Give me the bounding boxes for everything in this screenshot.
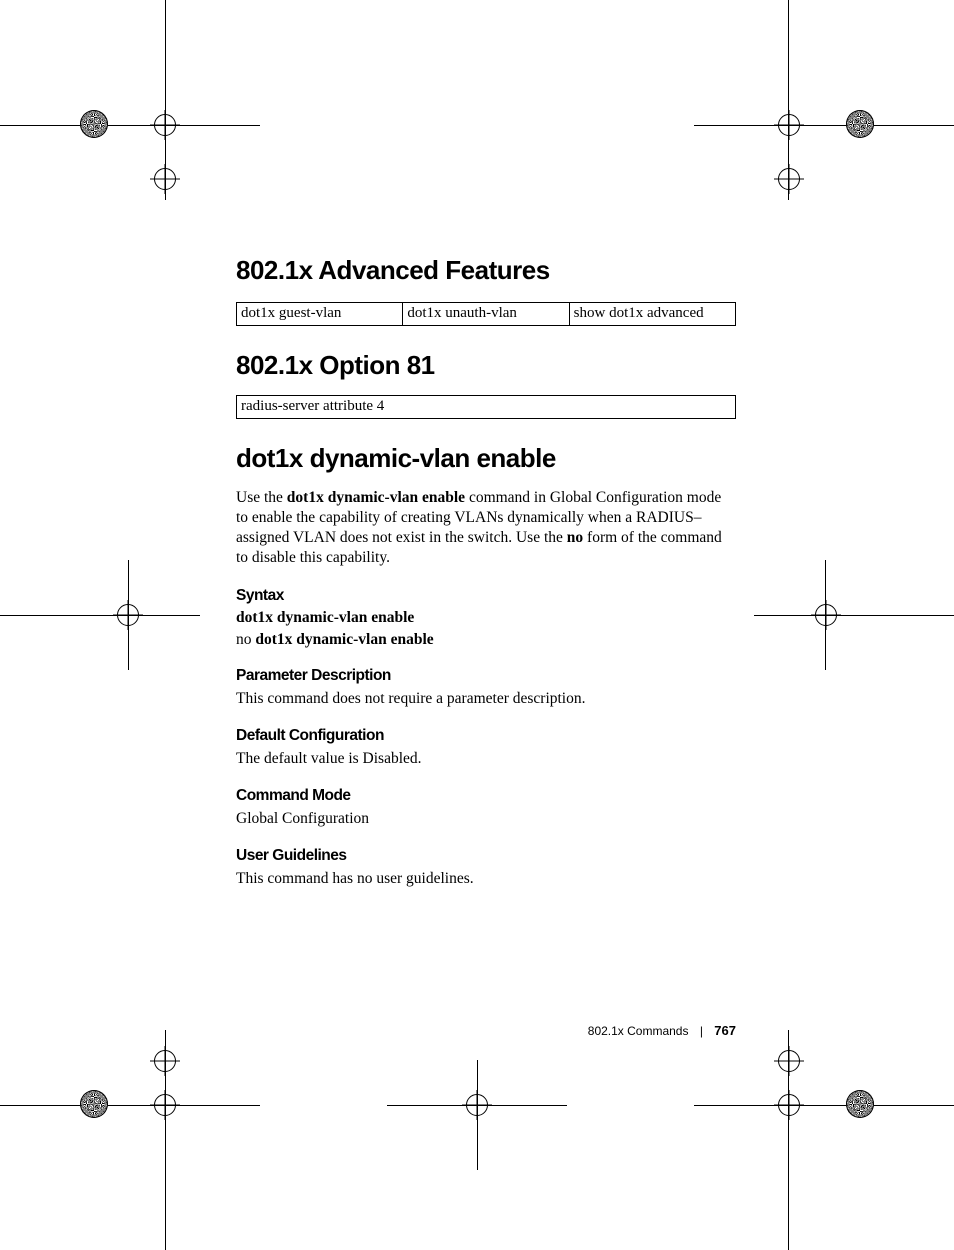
paragraph-dynvlan-desc: Use the dot1x dynamic-vlan enable comman… (236, 488, 736, 569)
cropmark-bottom-right (684, 1030, 884, 1190)
syntax-line-1: dot1x dynamic-vlan enable (236, 609, 736, 627)
cropmark-bottom-left (70, 1030, 270, 1190)
table-cell[interactable]: radius-server attribute 4 (237, 396, 736, 419)
cropmark-right-mid (754, 560, 884, 670)
cropmark-bottom-center (417, 1060, 537, 1170)
subhead-userguide: User Guidelines (236, 847, 736, 865)
heading-advanced: 802.1x Advanced Features (236, 255, 736, 286)
page: 802.1x Advanced Features dot1x guest-vla… (0, 0, 954, 1235)
subhead-cmdmode: Command Mode (236, 787, 736, 805)
subhead-paramdesc: Parameter Description (236, 667, 736, 685)
page-content: 802.1x Advanced Features dot1x guest-vla… (236, 255, 736, 893)
footer-separator: | (700, 1024, 703, 1038)
table-cell[interactable]: show dot1x advanced (569, 303, 735, 326)
heading-dynvlan: dot1x dynamic-vlan enable (236, 443, 736, 474)
heading-option81: 802.1x Option 81 (236, 350, 736, 381)
cropmark-left-mid (70, 560, 200, 670)
table-cell[interactable]: dot1x unauth-vlan (403, 303, 569, 326)
subhead-syntax: Syntax (236, 587, 736, 605)
footer-page-number: 767 (714, 1023, 736, 1038)
cmdmode-body: Global Configuration (236, 809, 736, 829)
cropmark-top-right (684, 70, 884, 210)
table-cell[interactable]: dot1x guest-vlan (237, 303, 403, 326)
footer-section: 802.1x Commands (588, 1024, 689, 1038)
table-option81: radius-server attribute 4 (236, 395, 736, 419)
defcfg-body: The default value is Disabled. (236, 749, 736, 769)
page-footer: 802.1x Commands | 767 (236, 1023, 736, 1038)
paramdesc-body: This command does not require a paramete… (236, 689, 736, 709)
table-advanced: dot1x guest-vlan dot1x unauth-vlan show … (236, 302, 736, 326)
userguide-body: This command has no user guidelines. (236, 869, 736, 889)
subhead-defcfg: Default Configuration (236, 727, 736, 745)
cropmark-top-left (70, 70, 270, 210)
syntax-line-2: no dot1x dynamic-vlan enable (236, 631, 736, 649)
